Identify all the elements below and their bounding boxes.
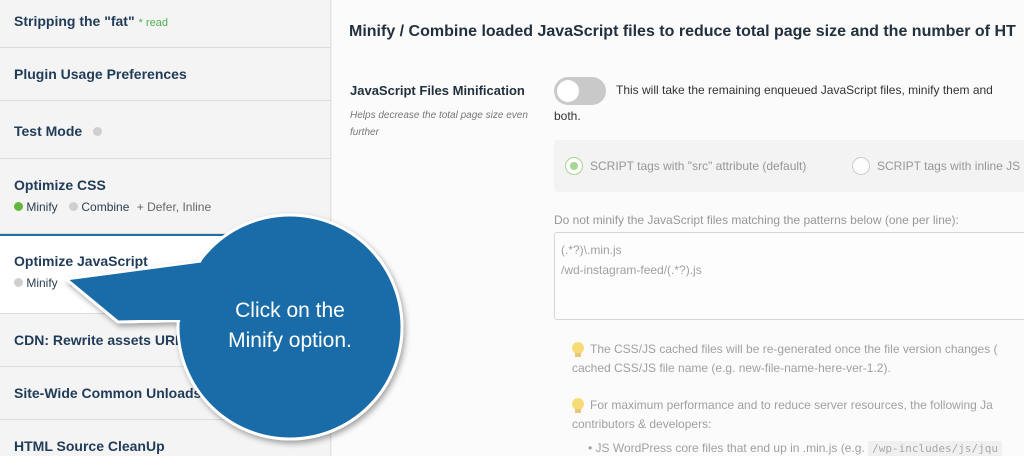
status-dot [14,202,23,212]
bullet: • [588,441,593,455]
sidebar-item-label: Site-Wide Common Unloads [14,385,202,401]
setting-title: JavaScript Files Minification [350,83,525,98]
radio-label: SCRIPT tags with inline JS [877,159,1021,173]
status-dot [92,127,102,137]
css-options: Minify Combine + Defer, Inline [14,199,331,214]
sidebar-item-label: Stripping the "fat" [14,13,135,29]
js-options: Minify Combine + Defer, Inline [14,275,331,290]
sidebar-item-stripping-fat[interactable]: Stripping the "fat" * read [0,0,331,48]
lightbulb-icon [572,397,584,414]
radio-group: SCRIPT tags with "src" attribute (defaul… [554,140,1024,192]
sidebar-item-optimize-css[interactable]: Optimize CSS Minify Combine + Defer, Inl… [0,159,331,234]
callout-line2: Minify option. [228,329,352,352]
code-path: /wp-includes/js/jqu [868,441,1002,456]
app-root: Stripping the "fat" * read Plugin Usage P… [0,0,1024,456]
css-extra-options[interactable]: + Defer, Inline [137,200,211,214]
main-panel: Minify / Combine loaded JavaScript files… [332,0,1024,456]
toggle-knob [557,80,579,102]
patterns-label: Do not minify the JavaScript files match… [554,213,959,227]
callout-line1: Click on the [235,299,345,322]
sidebar-item-label: Optimize CSS [14,177,106,193]
js-combine-option[interactable]: Combine [81,276,129,290]
sidebar-item-test-mode[interactable]: Test Mode [0,101,331,159]
radio-label: SCRIPT tags with "src" attribute (defaul… [590,159,807,173]
sidebar-item-plugin-usage[interactable]: Plugin Usage Preferences [0,48,331,101]
note-bullet: • JS WordPress core files that end up in… [588,438,1002,456]
status-dot [14,278,23,288]
bullet-text: JS WordPress core files that end up in .… [595,441,865,455]
js-extra-options[interactable]: + Defer, Inline [137,276,211,290]
sidebar-item-label: Test Mode [14,123,83,139]
setting-description: Helps decrease the total page size even … [350,110,528,138]
patterns-textarea[interactable]: (.*?)\.min.js /wd-instagram-feed/(.*?).j… [554,232,1024,320]
lightbulb-icon [572,341,584,358]
sidebar-item-site-wide-unloads[interactable]: Site-Wide Common Unloads [0,367,331,420]
css-combine-option[interactable]: Combine [81,200,129,214]
page-title: Minify / Combine loaded JavaScript files… [349,23,1016,40]
radio-src-attribute[interactable]: SCRIPT tags with "src" attribute (defaul… [565,157,806,175]
toggle-description-cont: both. [554,109,581,123]
minification-toggle[interactable] [554,77,606,105]
js-minify-option[interactable]: Minify [26,276,57,290]
note-performance-cont: contributors & developers: [572,417,712,431]
sidebar-item-label: Optimize JavaScript [14,253,148,269]
note-text: The CSS/JS cached files will be re-gener… [590,342,998,356]
note-cache-cont: cached CSS/JS file name (e.g. new-file-n… [572,361,891,375]
css-minify-option[interactable]: Minify [26,200,57,214]
sidebar-item-label: HTML Source CleanUp [14,438,165,454]
setting-label: JavaScript Files Minification Helps decr… [350,83,540,141]
toggle-description: This will take the remaining enqueued Ja… [616,83,993,97]
sidebar-item-label: CDN: Rewrite assets URLs [14,332,192,348]
radio-inline-js[interactable]: SCRIPT tags with inline JS [852,157,1020,175]
sidebar: Stripping the "fat" * read Plugin Usage P… [0,0,331,456]
note-performance: For maximum performance and to reduce se… [572,395,993,415]
read-link[interactable]: * read [139,17,168,29]
note-cache: The CSS/JS cached files will be re-gener… [572,339,998,359]
status-dot [69,202,79,212]
radio-button [565,157,583,175]
note-text: For maximum performance and to reduce se… [590,398,993,412]
radio-button [852,157,870,175]
sidebar-item-label: Plugin Usage Preferences [14,66,187,82]
sidebar-item-html-cleanup[interactable]: HTML Source CleanUp [0,420,331,456]
callout-text: Click on the Minify option. [184,296,396,356]
status-dot [69,278,79,288]
